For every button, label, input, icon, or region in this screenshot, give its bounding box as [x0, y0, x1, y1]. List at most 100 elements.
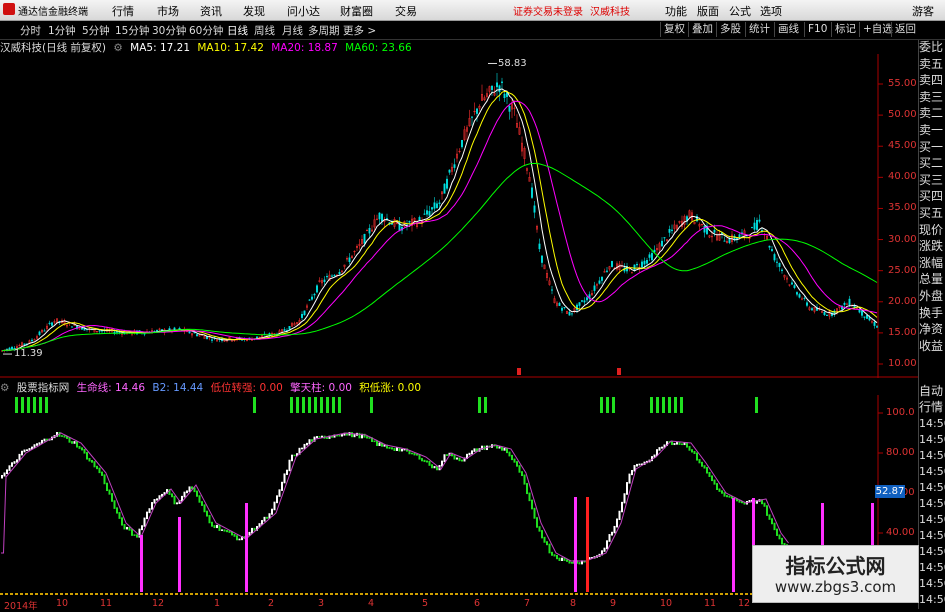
- candle-body: [796, 292, 799, 295]
- oscillator-bar: [638, 463, 641, 466]
- kline-chart[interactable]: [0, 54, 918, 378]
- btn-duogu[interactable]: 多股: [716, 22, 744, 37]
- menu-zixun[interactable]: 资讯: [200, 3, 222, 19]
- oscillator-bar: [188, 486, 191, 492]
- candle-body: [288, 326, 291, 330]
- btn-f10[interactable]: F10: [804, 22, 830, 37]
- oscillator-bar: [443, 454, 446, 463]
- btn-fuquan[interactable]: 复权: [660, 22, 688, 37]
- candle-body: [811, 308, 814, 311]
- oscillator-bar: [271, 508, 273, 515]
- period-multi[interactable]: 多周期: [308, 23, 340, 38]
- menu-jiaoyi[interactable]: 交易: [395, 3, 417, 19]
- period-more[interactable]: 更多 >: [343, 23, 376, 38]
- menu-faxian[interactable]: 发现: [243, 3, 265, 19]
- oscillator-bar: [206, 510, 208, 517]
- side-quote-label: 外盘: [919, 289, 944, 303]
- watermark-line1: 指标公式网: [785, 554, 886, 578]
- candle-body: [210, 339, 213, 341]
- btn-tongji[interactable]: 统计: [745, 22, 773, 37]
- oscillator-bar: [326, 437, 328, 439]
- candle-body: [863, 316, 866, 318]
- side-quote-label: 委比: [919, 40, 944, 54]
- candle-body: [781, 269, 784, 271]
- ma60-label: MA60: 23.66: [345, 42, 412, 54]
- candle-body: [776, 261, 779, 263]
- period-60min[interactable]: 60分钟: [189, 23, 223, 38]
- menu-youke[interactable]: 游客: [912, 3, 934, 19]
- time-axis-label: 3: [318, 598, 325, 609]
- candle-body: [326, 276, 329, 278]
- candle-body: [386, 218, 389, 220]
- oscillator-bar: [388, 447, 391, 449]
- period-monthly[interactable]: 月线: [282, 23, 303, 38]
- oscillator-bar: [673, 443, 676, 446]
- indicator-gear-icon[interactable]: ⚙: [0, 382, 9, 394]
- period-1min[interactable]: 1分钟: [48, 23, 76, 38]
- side-quote-label: 买三: [919, 172, 944, 187]
- candle-body: [873, 322, 876, 326]
- oscillator-bar: [723, 492, 726, 497]
- side-tick-time: 14:50: [919, 465, 945, 478]
- green-signal-bar: [656, 397, 659, 413]
- green-signal-bar: [302, 397, 305, 413]
- oscillator-bar: [606, 540, 608, 550]
- menu-banmian[interactable]: 版面: [697, 3, 719, 19]
- candle-body: [43, 330, 46, 332]
- candle-body: [753, 222, 756, 230]
- period-30min[interactable]: 30分钟: [152, 23, 186, 38]
- period-daily[interactable]: 日线: [227, 23, 248, 38]
- menu-xuanxiang[interactable]: 选项: [760, 3, 782, 19]
- menu-shichang[interactable]: 市场: [157, 3, 179, 19]
- green-signal-bar: [332, 397, 335, 413]
- oscillator-bar: [3, 472, 6, 477]
- pillar-bar: [732, 498, 735, 592]
- oscillator-bar: [148, 508, 151, 514]
- btn-fanhui[interactable]: 返回: [891, 22, 919, 37]
- period-5min[interactable]: 5分钟: [82, 23, 110, 38]
- menu-hangqing[interactable]: 行情: [112, 3, 134, 19]
- period-fenshi[interactable]: 分时: [20, 23, 41, 38]
- oscillator-bar: [341, 434, 343, 437]
- candle-body: [648, 254, 651, 258]
- side-tick-time: 14:50: [919, 593, 945, 606]
- candle-body: [331, 275, 334, 277]
- oscillator-bar: [358, 432, 361, 439]
- oscillator-bar: [106, 482, 108, 492]
- oscillator-bar: [126, 526, 128, 530]
- side-tick-time: 14:50: [919, 529, 945, 542]
- oscillator-bar: [516, 461, 518, 467]
- period-15min[interactable]: 15分钟: [115, 23, 149, 38]
- green-signal-bar: [33, 397, 36, 413]
- green-signal-bar: [326, 397, 329, 413]
- ma10-label: MA10: 17.42: [197, 42, 264, 54]
- oscillator-bar: [693, 450, 696, 455]
- btn-huaxian[interactable]: 画线: [774, 22, 802, 37]
- time-axis-label: 10: [660, 598, 673, 609]
- candle-body: [423, 213, 426, 215]
- oscillator-bar: [353, 434, 356, 438]
- oscillator-bar: [183, 491, 186, 498]
- period-weekly[interactable]: 周线: [254, 23, 275, 38]
- menu-gongneng[interactable]: 功能: [665, 3, 687, 19]
- settings-gear-icon[interactable]: ⚙: [113, 42, 122, 54]
- oscillator-bar: [536, 517, 538, 528]
- side-quote-label: 买一: [919, 139, 944, 154]
- btn-biaoji[interactable]: 标记: [831, 22, 859, 37]
- menu-gongshi[interactable]: 公式: [729, 3, 751, 19]
- candle-body: [668, 229, 671, 233]
- green-signal-bar: [668, 397, 671, 413]
- oscillator-bar: [531, 499, 533, 510]
- menu-wenxiaoda[interactable]: 问小达: [287, 3, 320, 19]
- candle-body: [531, 187, 534, 198]
- btn-diejia[interactable]: 叠加: [688, 22, 716, 37]
- pillar-bar: [140, 535, 143, 592]
- oscillator-bar: [213, 525, 216, 529]
- oscillator-bar: [186, 490, 188, 494]
- oscillator-bar: [528, 492, 531, 502]
- candle-body: [568, 311, 571, 316]
- login-status[interactable]: 证券交易未登录: [513, 3, 583, 18]
- menu-caifuquan[interactable]: 财富圈: [340, 3, 373, 19]
- oscillator-bar: [526, 483, 528, 495]
- candle-body: [646, 260, 649, 264]
